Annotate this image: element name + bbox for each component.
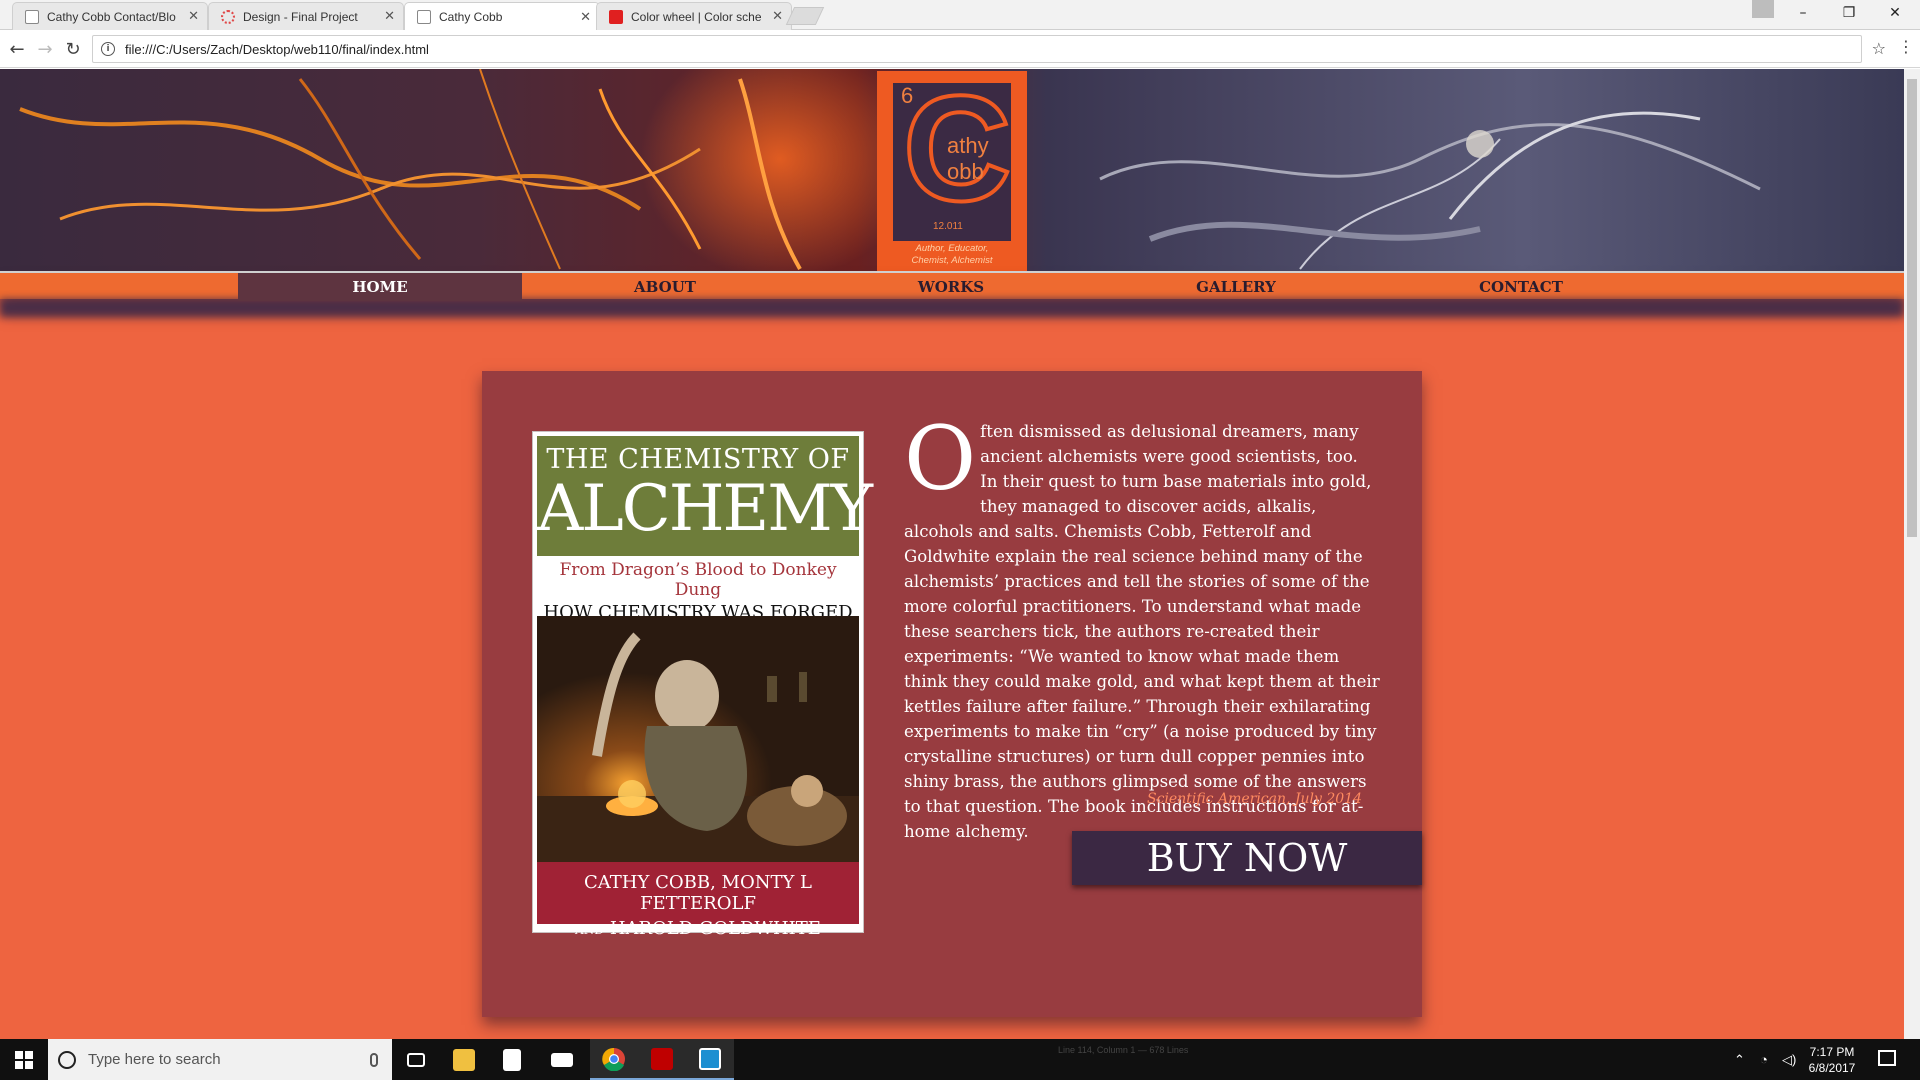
action-center-icon[interactable] xyxy=(1878,1050,1896,1066)
buy-now-button[interactable]: BUY NOW xyxy=(1072,831,1422,885)
brackets-icon[interactable] xyxy=(686,1039,734,1080)
page-icon xyxy=(25,9,39,24)
reload-icon[interactable]: ↻ xyxy=(60,36,86,62)
close-window-button[interactable]: ✕ xyxy=(1872,0,1918,26)
logo-date: 12.011 xyxy=(933,221,963,232)
cover-authors-band: CATHY COBB, MONTY L FETTEROLF AND HAROLD … xyxy=(537,862,859,939)
cover-subtitle: From Dragon’s Blood to Donkey Dung xyxy=(559,560,837,600)
background-window-status: Line 114, Column 1 — 678 Lines xyxy=(1058,1045,1189,1055)
loading-icon xyxy=(221,9,235,24)
logo-tagline: Author, Educator, Chemist, Alchemist xyxy=(883,243,1021,267)
cover-authors-and: AND xyxy=(575,923,604,937)
profile-icon[interactable] xyxy=(1752,0,1774,18)
nav-item-about[interactable]: ABOUT xyxy=(523,273,807,301)
system-clock[interactable]: 7:17 PM 6/8/2017 xyxy=(1800,1044,1864,1076)
new-tab-button[interactable] xyxy=(785,7,825,25)
store-icon[interactable] xyxy=(488,1039,536,1080)
nav-item-works[interactable]: WORKS xyxy=(809,273,1093,301)
clock-time: 7:17 PM xyxy=(1809,1045,1855,1059)
menu-icon[interactable]: ⋮ xyxy=(1898,37,1914,56)
cortana-icon xyxy=(58,1050,76,1069)
page-icon xyxy=(417,10,431,24)
cover-author-name: HAROLD GOLDWHITE xyxy=(609,918,821,939)
drop-cap: O xyxy=(904,407,977,510)
tab-title: Cathy Cobb xyxy=(439,10,503,24)
header-banner: 6 C athy obb 12.011 Author, Educator, Ch… xyxy=(0,69,1904,271)
bookmark-star-icon[interactable]: ☆ xyxy=(1872,39,1886,58)
tab-cathy-cobb-contact[interactable]: Cathy Cobb Contact/Blo ✕ xyxy=(12,2,208,30)
network-icon[interactable]: ◔ xyxy=(1760,1039,1768,1080)
task-view-icon[interactable] xyxy=(392,1039,440,1080)
cover-title-main: ALCHEMY xyxy=(537,472,873,546)
cover-authors: CATHY COBB, MONTY L FETTEROLF xyxy=(583,872,813,914)
logo-tagline-line: Author, Educator, xyxy=(915,243,989,254)
mail-icon[interactable] xyxy=(538,1039,586,1080)
tab-design-final-project[interactable]: Design - Final Project ✕ xyxy=(208,2,404,30)
close-icon[interactable]: ✕ xyxy=(772,9,783,24)
scrollbar-thumb[interactable] xyxy=(1907,79,1917,537)
back-arrow-icon[interactable]: ← xyxy=(4,36,30,62)
chrome-icon[interactable] xyxy=(590,1039,638,1080)
featured-book-card: THE CHEMISTRY OF ALCHEMY From Dragon’s B… xyxy=(482,371,1422,1017)
logo-tagline-line: Chemist, Alchemist xyxy=(911,255,993,266)
microphone-icon[interactable] xyxy=(370,1052,378,1067)
tab-cathy-cobb[interactable]: Cathy Cobb ✕ xyxy=(404,2,600,31)
page-scrollbar[interactable] xyxy=(1904,69,1920,1039)
tab-title: Color wheel | Color sche xyxy=(631,9,762,24)
nav-shadow xyxy=(0,299,1904,317)
url-text: file:///C:/Users/Zach/Desktop/web110/fin… xyxy=(125,41,429,57)
logo-last-name: obb xyxy=(947,159,984,184)
main-navigation: HOME ABOUT WORKS GALLERY CONTACT xyxy=(0,271,1904,317)
maximize-button[interactable]: ❐ xyxy=(1826,0,1872,26)
search-placeholder: Type here to search xyxy=(88,1051,221,1068)
book-description: O ften dismissed as delusional dreamers,… xyxy=(904,407,1380,844)
cover-title-line: THE CHEMISTRY OF xyxy=(546,444,850,475)
show-hidden-icons-icon[interactable]: ⌃ xyxy=(1734,1039,1745,1080)
cover-title-band: THE CHEMISTRY OF ALCHEMY xyxy=(537,436,873,556)
site-logo[interactable]: 6 C athy obb 12.011 Author, Educator, Ch… xyxy=(877,71,1027,271)
windows-start-icon[interactable] xyxy=(0,1039,48,1080)
tab-title: Cathy Cobb Contact/Blo xyxy=(47,9,176,24)
book-cover[interactable]: THE CHEMISTRY OF ALCHEMY From Dragon’s B… xyxy=(532,431,873,939)
cover-authors: AND HAROLD GOLDWHITE xyxy=(537,918,859,939)
filezilla-icon[interactable] xyxy=(638,1039,686,1080)
close-icon[interactable]: ✕ xyxy=(188,9,199,24)
logo-first-name: athy xyxy=(947,133,989,158)
nav-item-contact[interactable]: CONTACT xyxy=(1379,273,1663,301)
browser-toolbar: ← → ↻ i file:///C:/Users/Zach/Desktop/we… xyxy=(0,30,1920,68)
clock-date: 6/8/2017 xyxy=(1808,1061,1856,1075)
address-bar[interactable]: i file:///C:/Users/Zach/Desktop/web110/f… xyxy=(92,35,1862,63)
close-icon[interactable]: ✕ xyxy=(580,10,591,25)
tab-title: Design - Final Project xyxy=(243,9,358,24)
file-explorer-icon[interactable] xyxy=(440,1039,488,1080)
cover-painting xyxy=(537,616,859,862)
review-citation: Scientific American, July 2014 xyxy=(1147,791,1362,807)
taskbar-search-box[interactable]: Type here to search xyxy=(48,1039,392,1080)
nav-item-home[interactable]: HOME xyxy=(238,273,522,301)
forward-arrow-icon[interactable]: → xyxy=(32,36,58,62)
cover-subtitle-band: From Dragon’s Blood to Donkey Dung HOW C… xyxy=(537,556,859,623)
alchemist-painting-image xyxy=(537,616,859,862)
volume-icon[interactable]: ◁) xyxy=(1782,1039,1796,1080)
adobe-color-icon xyxy=(609,9,623,24)
close-icon[interactable]: ✕ xyxy=(384,9,395,24)
info-icon[interactable]: i xyxy=(101,42,115,56)
windows-taskbar: Type here to search Line 114, Column 1 —… xyxy=(0,1039,1920,1080)
tab-color-wheel[interactable]: Color wheel | Color sche ✕ xyxy=(596,2,792,30)
nav-item-gallery[interactable]: GALLERY xyxy=(1094,273,1378,301)
page-viewport: 6 C athy obb 12.011 Author, Educator, Ch… xyxy=(0,69,1904,1039)
browser-tab-bar: Cathy Cobb Contact/Blo ✕ Design - Final … xyxy=(0,0,1920,31)
minimize-button[interactable]: – xyxy=(1780,0,1826,26)
